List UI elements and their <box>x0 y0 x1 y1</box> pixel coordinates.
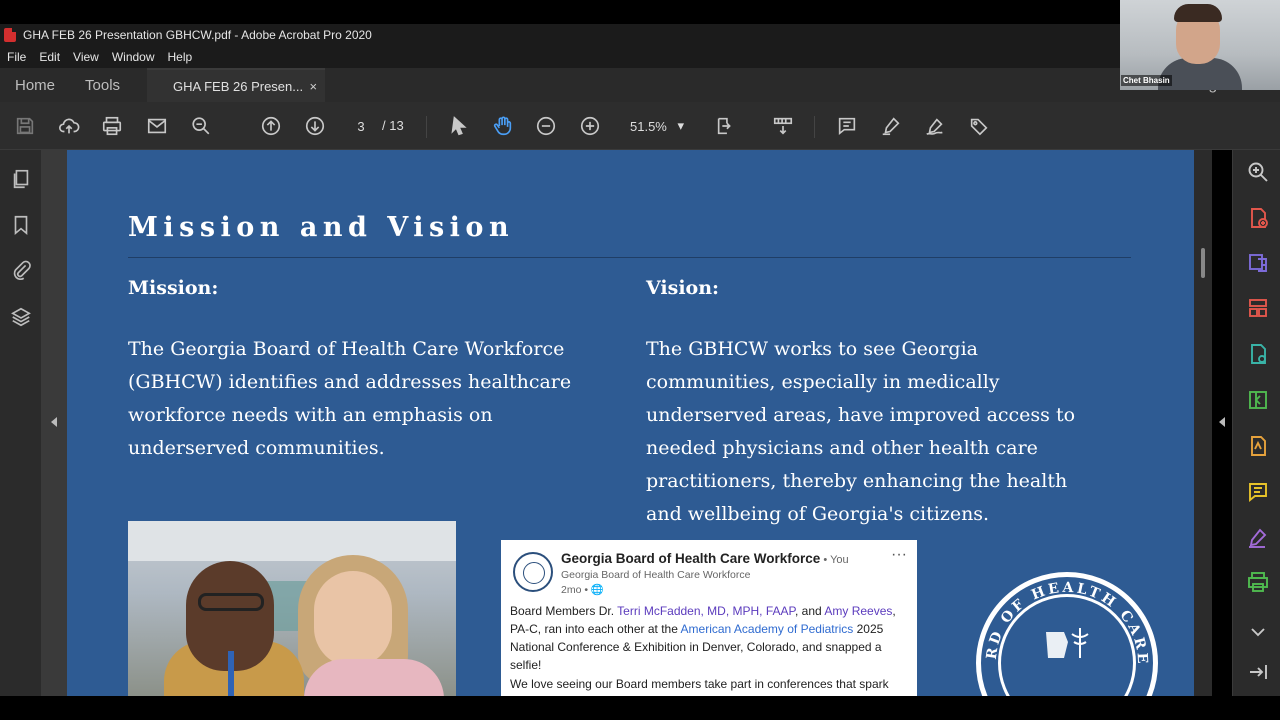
tab-bar: Home Tools GHA FEB 26 Presen... × Sign I… <box>0 68 1280 102</box>
tab-document[interactable]: GHA FEB 26 Presen... × <box>147 68 326 102</box>
highlight-pen-icon[interactable] <box>879 114 903 138</box>
expand-panel-icon[interactable] <box>1246 660 1270 684</box>
post-timestamp: 2mo • 🌐 <box>561 584 605 596</box>
hand-tool-icon[interactable] <box>491 114 515 138</box>
vision-text: The GBHCW works to see Georgia communiti… <box>646 338 1076 525</box>
next-page-icon[interactable] <box>303 114 327 138</box>
mission-heading: Mission: <box>128 277 219 299</box>
main-toolbar: 3 / 13 51.5% ▾ <box>0 102 1280 150</box>
zoom-level-value: 51.5% <box>630 118 667 134</box>
fill-sign-icon[interactable] <box>1246 434 1270 458</box>
page-total: / 13 <box>382 118 404 133</box>
slide-title: Mission and Vision <box>128 212 515 243</box>
bottom-black-bar <box>0 696 1280 720</box>
menu-window[interactable]: Window <box>112 50 155 64</box>
scrolling-mode-icon[interactable] <box>771 114 795 138</box>
window-title: GHA FEB 26 Presentation GBHCW.pdf - Adob… <box>23 28 372 42</box>
more-tools-chevron-icon[interactable] <box>1246 620 1270 644</box>
collapse-right-panel-icon[interactable] <box>1219 417 1225 427</box>
page-thumbnails-icon[interactable] <box>10 168 32 190</box>
edit-pdf-icon[interactable] <box>1246 342 1270 366</box>
window-titlebar: GHA FEB 26 Presentation GBHCW.pdf - Adob… <box>0 24 1280 46</box>
menu-edit[interactable]: Edit <box>39 50 60 64</box>
menu-file[interactable]: File <box>7 50 26 64</box>
upload-cloud-icon[interactable] <box>57 114 81 138</box>
compress-pdf-icon[interactable] <box>1246 388 1270 412</box>
post-author: Georgia Board of Health Care Workforce •… <box>561 551 849 566</box>
more-options-icon: ··· <box>891 546 907 563</box>
post-author-subtitle: Georgia Board of Health Care Workforce <box>561 569 751 581</box>
linkedin-post-screenshot: Georgia Board of Health Care Workforce •… <box>501 540 917 696</box>
print-icon[interactable] <box>100 114 124 138</box>
menu-view[interactable]: View <box>73 50 99 64</box>
left-navigation-panel <box>0 150 42 696</box>
webcam-participant-name: Chet Bhasin <box>1121 75 1172 86</box>
zoom-search-icon[interactable] <box>1246 160 1270 184</box>
toolbar-divider <box>814 116 815 138</box>
tab-tools[interactable]: Tools <box>70 68 135 102</box>
zoom-out-icon[interactable] <box>534 114 558 138</box>
attachment-icon[interactable] <box>10 259 32 281</box>
save-icon[interactable] <box>13 114 37 138</box>
menu-bar: File Edit View Window Help <box>0 46 1280 68</box>
tab-document-label: GHA FEB 26 Presen... <box>173 78 304 94</box>
tab-home[interactable]: Home <box>0 68 70 102</box>
post-body-continued: We love seeing our Board members take pa… <box>510 677 889 691</box>
close-tab-icon[interactable]: × <box>309 79 317 94</box>
pdf-file-icon <box>4 28 16 42</box>
print-production-icon[interactable] <box>1246 570 1270 594</box>
vertical-scrollbar[interactable] <box>1194 150 1212 696</box>
organization-logo <box>513 552 553 592</box>
select-cursor-icon[interactable] <box>447 114 471 138</box>
board-members-photo <box>128 521 456 696</box>
zoom-level-select[interactable]: 51.5% ▾ <box>620 114 692 138</box>
bookmark-icon[interactable] <box>10 214 32 236</box>
export-pdf-icon[interactable] <box>1246 251 1270 275</box>
zoom-in-icon[interactable] <box>578 114 602 138</box>
mission-text: The Georgia Board of Health Care Workfor… <box>128 338 572 459</box>
previous-page-icon[interactable] <box>259 114 283 138</box>
organize-pages-icon[interactable] <box>1246 296 1270 320</box>
gbhcw-seal-lettering: GEORGIA BOARD OF HEALTH CARE WORKFORCE <box>976 572 1147 667</box>
webcam-overlay: Chet Bhasin <box>1120 0 1280 90</box>
post-body: Board Members Dr. Terri McFadden, MD, MP… <box>510 604 896 672</box>
sign-pen-icon[interactable] <box>923 114 947 138</box>
collapse-left-panel-icon[interactable] <box>51 417 57 427</box>
right-tools-panel <box>1232 150 1280 696</box>
top-black-bar <box>0 0 1280 24</box>
menu-help[interactable]: Help <box>168 50 193 64</box>
share-tag-icon[interactable] <box>967 114 991 138</box>
title-divider <box>128 257 1131 258</box>
layers-icon[interactable] <box>10 306 32 328</box>
vision-heading: Vision: <box>646 277 720 299</box>
search-icon[interactable] <box>189 114 213 138</box>
comment-tool-icon[interactable] <box>1246 480 1270 504</box>
pdf-page: Mission and Vision Mission: Vision: The … <box>67 150 1194 696</box>
create-pdf-icon[interactable] <box>1246 206 1270 230</box>
toolbar-divider <box>426 116 427 138</box>
email-icon[interactable] <box>145 114 169 138</box>
page-number-input[interactable]: 3 <box>344 114 378 138</box>
comment-icon[interactable] <box>835 114 859 138</box>
scrollbar-thumb[interactable] <box>1201 248 1205 278</box>
chevron-down-icon: ▾ <box>677 118 684 133</box>
page-fit-icon[interactable] <box>714 114 738 138</box>
request-signature-icon[interactable] <box>1246 526 1270 550</box>
